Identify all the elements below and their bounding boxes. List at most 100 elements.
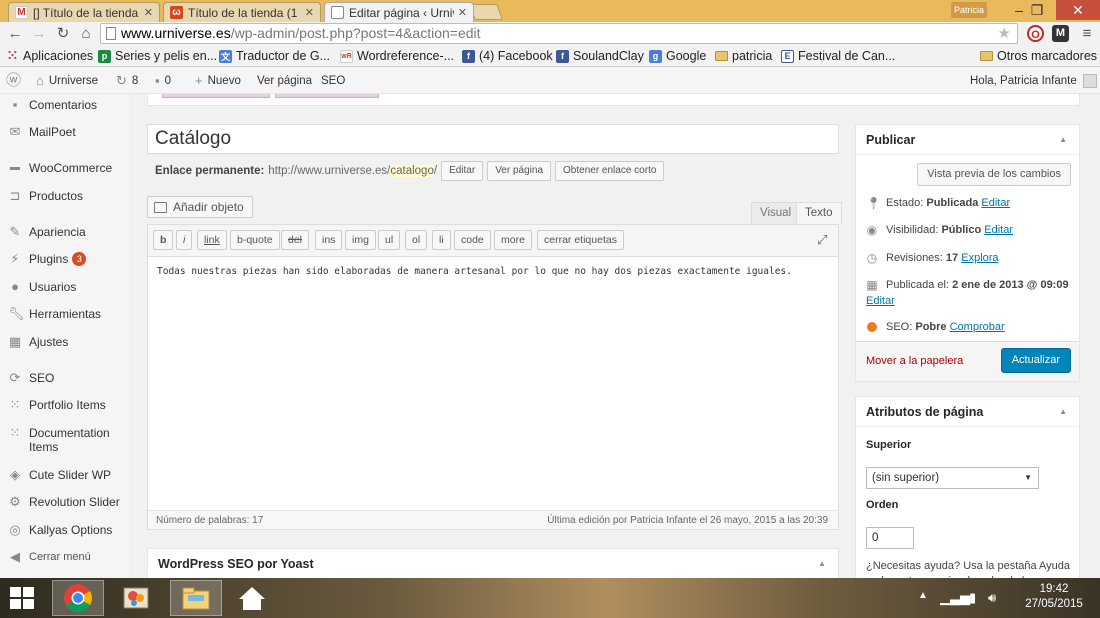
menu-item-documentation[interactable]: ⁙ Documentation Items xyxy=(0,426,125,455)
back-icon[interactable]: ← xyxy=(6,25,24,43)
parent-select[interactable]: (sin superior) ▼ xyxy=(866,467,1039,489)
wordpress-logo-icon[interactable]: ⓦ xyxy=(6,68,26,94)
seo-check-link[interactable]: Comprobar xyxy=(950,321,1005,333)
edit-permalink-button[interactable]: Editar xyxy=(441,161,484,181)
bookmark-festival[interactable]: E Festival de Can... xyxy=(781,48,895,64)
qt-code-button[interactable]: code xyxy=(454,230,491,250)
qt-more-button[interactable]: more xyxy=(494,230,532,250)
profile-chip[interactable]: Patricia xyxy=(951,2,987,18)
editor-textarea[interactable]: Todas nuestras piezas han sido elaborada… xyxy=(157,266,792,277)
qt-ul-button[interactable]: ul xyxy=(378,230,401,250)
bookmark-folder-patricia[interactable]: patricia xyxy=(715,48,772,64)
chrome-taskbar-button[interactable] xyxy=(52,580,104,616)
edit-status-link[interactable]: Editar xyxy=(981,197,1010,209)
menu-item-plugins[interactable]: ⚡ Plugins 3 xyxy=(0,252,129,266)
shortlink-button[interactable]: Obtener enlace corto xyxy=(555,161,665,181)
explorer-taskbar-button[interactable] xyxy=(170,580,222,616)
volume-icon[interactable]: 🔊︎ xyxy=(988,590,996,606)
bookmark-series[interactable]: p Series y pelis en... xyxy=(98,48,217,64)
menu-item-seo[interactable]: ⟳ SEO xyxy=(0,371,129,386)
menu-item-comentarios[interactable]: ▪ Comentarios xyxy=(0,98,129,113)
tab-visual[interactable]: Visual xyxy=(751,202,801,224)
qt-close-tags-button[interactable]: cerrar etiquetas xyxy=(537,230,624,250)
home-taskbar-button[interactable] xyxy=(226,580,278,616)
bookmark-soulandclay[interactable]: f SoulandClay xyxy=(556,48,644,64)
post-title-input[interactable]: Catálogo xyxy=(147,124,839,154)
qt-bquote-button[interactable]: b-quote xyxy=(230,230,280,250)
paint-taskbar-button[interactable] xyxy=(110,580,162,616)
address-bar[interactable]: www.urniverse.es/wp-admin/post.php?post=… xyxy=(100,23,1018,44)
menu-item-apariencia[interactable]: ✎ Apariencia xyxy=(0,225,129,240)
bookmark-apps[interactable]: ⁙ Aplicaciones xyxy=(6,48,93,64)
battery-icon[interactable]: ▮ xyxy=(969,590,976,606)
tab-text[interactable]: Texto xyxy=(796,202,842,224)
menu-item-woocommerce[interactable]: ▬ WooCommerce xyxy=(0,161,129,175)
move-to-trash-link[interactable]: Mover a la papelera xyxy=(866,355,963,367)
add-media-button[interactable]: Añadir objeto xyxy=(147,196,253,218)
menu-item-herramientas[interactable]: 🔧︎ Herramientas xyxy=(0,307,129,322)
preview-changes-button[interactable]: Vista previa de los cambios xyxy=(917,163,1071,186)
menu-item-ajustes[interactable]: ▦ Ajustes xyxy=(0,335,129,350)
qt-ol-button[interactable]: ol xyxy=(405,230,428,250)
admin-bar-seo[interactable]: SEO xyxy=(321,68,345,94)
menu-item-kallyas[interactable]: ◎ Kallyas Options xyxy=(0,523,129,538)
admin-bar-site[interactable]: ⌂ Urniverse xyxy=(36,68,98,94)
browser-tab-edit-page[interactable]: Editar página ‹ Urniv ✕ xyxy=(324,2,474,22)
order-input[interactable]: 0 xyxy=(866,527,914,549)
star-icon[interactable]: ★ xyxy=(998,24,1011,43)
fullscreen-icon[interactable]: ⤢ xyxy=(817,233,830,246)
bookmark-other[interactable]: Otros marcadores xyxy=(980,48,1097,64)
edit-date-link[interactable]: Editar xyxy=(866,294,895,308)
admin-bar-updates[interactable]: ↻ 8 xyxy=(116,68,138,94)
browser-tab-store[interactable]: ω Título de la tienda (1 ✕ xyxy=(163,2,321,22)
taskbar-clock[interactable]: 19:42 27/05/2015 xyxy=(1019,582,1089,612)
forward-icon[interactable]: → xyxy=(30,25,48,43)
window-close-icon[interactable]: ✕ xyxy=(1056,0,1100,20)
menu-item-mailpoet[interactable]: ✉ MailPoet xyxy=(0,125,129,140)
menu-item-cute-slider[interactable]: ◈ Cute Slider WP xyxy=(0,468,129,483)
qt-italic-button[interactable]: i xyxy=(176,230,193,250)
admin-bar-account[interactable]: Hola, Patricia Infante xyxy=(970,68,1097,94)
m-extension-icon[interactable]: M xyxy=(1052,25,1069,42)
windows-start-icon[interactable] xyxy=(10,587,36,609)
edit-visibility-link[interactable]: Editar xyxy=(984,224,1013,236)
permalink-slug[interactable]: catalogo xyxy=(390,165,434,177)
qt-bold-button[interactable]: b xyxy=(153,230,174,250)
admin-bar-new[interactable]: + Nuevo xyxy=(195,68,241,94)
admin-bar-comments[interactable]: ▪ 0 xyxy=(155,68,171,94)
bookmark-translate[interactable]: 文 Traductor de G... xyxy=(219,48,330,64)
content-editor[interactable]: b i link b-quote del ins img ul ol li co… xyxy=(147,224,839,530)
menu-item-productos[interactable]: ⊐ Productos xyxy=(0,189,129,204)
close-icon[interactable]: ✕ xyxy=(305,6,314,19)
browse-revisions-link[interactable]: Explora xyxy=(961,252,998,264)
close-icon[interactable]: ✕ xyxy=(458,6,467,19)
new-tab-button[interactable] xyxy=(469,4,503,20)
page-info-icon[interactable] xyxy=(106,27,116,40)
close-icon[interactable]: ✕ xyxy=(144,6,153,19)
qt-li-button[interactable]: li xyxy=(432,230,451,250)
browser-tab-gmail[interactable]: M [] Título de la tienda ✕ xyxy=(8,2,160,22)
update-button[interactable]: Actualizar xyxy=(1000,348,1071,373)
collapse-arrow-icon[interactable]: ▲ xyxy=(818,559,826,568)
menu-item-revolution-slider[interactable]: ⚙ Revolution Slider xyxy=(0,495,129,510)
menu-item-collapse[interactable]: ◀ Cerrar menú xyxy=(0,550,129,564)
bookmark-wordreference[interactable]: wR Wordreference-... xyxy=(340,48,454,64)
qt-del-button[interactable]: del xyxy=(281,230,310,250)
reload-icon[interactable]: ↻ xyxy=(54,25,72,43)
menu-item-portfolio[interactable]: ⁙ Portfolio Items xyxy=(0,398,129,413)
network-signal-icon[interactable]: ▁▃▅ xyxy=(940,590,970,606)
bookmark-facebook[interactable]: f (4) Facebook xyxy=(462,48,553,64)
collapse-arrow-icon[interactable]: ▲ xyxy=(1059,125,1067,155)
qt-img-button[interactable]: img xyxy=(345,230,376,250)
maximize-icon[interactable]: ❐ xyxy=(1022,0,1052,20)
tray-up-arrow-icon[interactable]: ▲ xyxy=(918,590,928,601)
home-icon[interactable]: ⌂ xyxy=(77,25,95,43)
view-page-button[interactable]: Ver página xyxy=(487,161,552,181)
qt-link-button[interactable]: link xyxy=(197,230,227,250)
qt-ins-button[interactable]: ins xyxy=(315,230,343,250)
stop-extension-icon[interactable]: O xyxy=(1027,25,1044,42)
collapse-arrow-icon[interactable]: ▲ xyxy=(1059,397,1067,427)
admin-bar-view-page[interactable]: Ver página xyxy=(257,68,312,94)
menu-icon[interactable]: ≡ xyxy=(1078,25,1096,43)
bookmark-google[interactable]: g Google xyxy=(649,48,706,64)
